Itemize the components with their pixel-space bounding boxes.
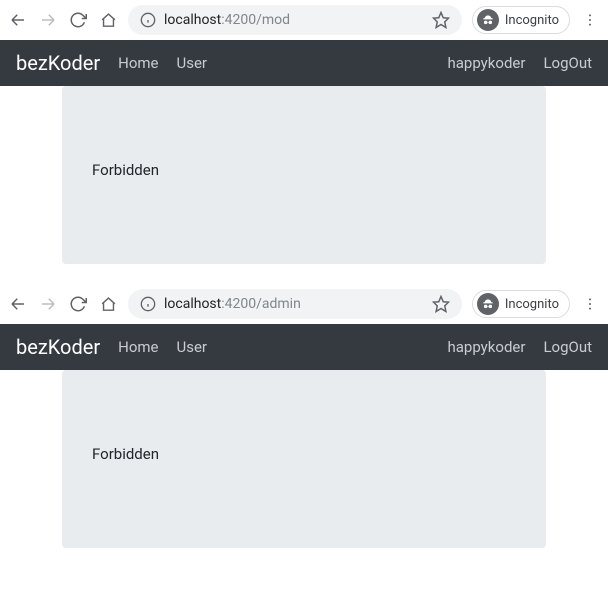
forbidden-message: Forbidden: [92, 445, 516, 463]
chrome-toolbar: localhost:4200/admin Incognito: [0, 284, 608, 324]
nav-link-logout[interactable]: LogOut: [543, 54, 592, 72]
nav-link-home[interactable]: Home: [118, 54, 158, 72]
home-button[interactable]: [98, 294, 118, 314]
forbidden-message: Forbidden: [92, 161, 516, 179]
back-button[interactable]: [8, 294, 28, 314]
nav-link-username[interactable]: happykoder: [448, 54, 526, 72]
reload-button[interactable]: [68, 294, 88, 314]
url-host: localhost: [164, 12, 221, 28]
incognito-badge[interactable]: Incognito: [472, 6, 570, 34]
content-box: Forbidden: [62, 86, 546, 264]
address-bar[interactable]: localhost:4200/mod: [128, 5, 462, 35]
nav-link-home[interactable]: Home: [118, 338, 158, 356]
nav-link-user[interactable]: User: [177, 338, 208, 356]
nav-link-logout[interactable]: LogOut: [543, 338, 592, 356]
site-info-icon[interactable]: [140, 12, 156, 28]
content-area: Forbidden: [0, 370, 608, 548]
address-bar[interactable]: localhost:4200/admin: [128, 289, 462, 319]
url-text: localhost:4200/mod: [164, 12, 424, 28]
browser-window-2: localhost:4200/admin Incognito bezKoder …: [0, 284, 608, 548]
chrome-menu-button[interactable]: [580, 10, 600, 30]
nav-link-user[interactable]: User: [177, 54, 208, 72]
forward-button[interactable]: [38, 10, 58, 30]
brand-logo[interactable]: bezKoder: [16, 51, 100, 75]
url-host: localhost: [164, 296, 221, 312]
incognito-badge[interactable]: Incognito: [472, 290, 570, 318]
content-area: Forbidden: [0, 86, 608, 264]
forward-button[interactable]: [38, 294, 58, 314]
incognito-label: Incognito: [505, 13, 559, 28]
site-info-icon[interactable]: [140, 296, 156, 312]
chrome-toolbar: localhost:4200/mod Incognito: [0, 0, 608, 40]
nav-right: happykoder LogOut: [448, 54, 593, 72]
bookmark-star-icon[interactable]: [432, 11, 450, 29]
incognito-icon: [477, 9, 499, 31]
chrome-menu-button[interactable]: [580, 294, 600, 314]
home-button[interactable]: [98, 10, 118, 30]
reload-button[interactable]: [68, 10, 88, 30]
url-text: localhost:4200/admin: [164, 296, 424, 312]
content-box: Forbidden: [62, 370, 546, 548]
nav-link-username[interactable]: happykoder: [448, 338, 526, 356]
app-navbar: bezKoder Home User happykoder LogOut: [0, 324, 608, 370]
url-path: :4200/mod: [221, 12, 290, 28]
nav-left: Home User: [118, 338, 207, 356]
back-button[interactable]: [8, 10, 28, 30]
brand-logo[interactable]: bezKoder: [16, 335, 100, 359]
incognito-label: Incognito: [505, 297, 559, 312]
browser-window-1: localhost:4200/mod Incognito bezKoder Ho…: [0, 0, 608, 264]
url-path: :4200/admin: [221, 296, 301, 312]
app-navbar: bezKoder Home User happykoder LogOut: [0, 40, 608, 86]
incognito-icon: [477, 293, 499, 315]
nav-right: happykoder LogOut: [448, 338, 593, 356]
nav-left: Home User: [118, 54, 207, 72]
bookmark-star-icon[interactable]: [432, 295, 450, 313]
